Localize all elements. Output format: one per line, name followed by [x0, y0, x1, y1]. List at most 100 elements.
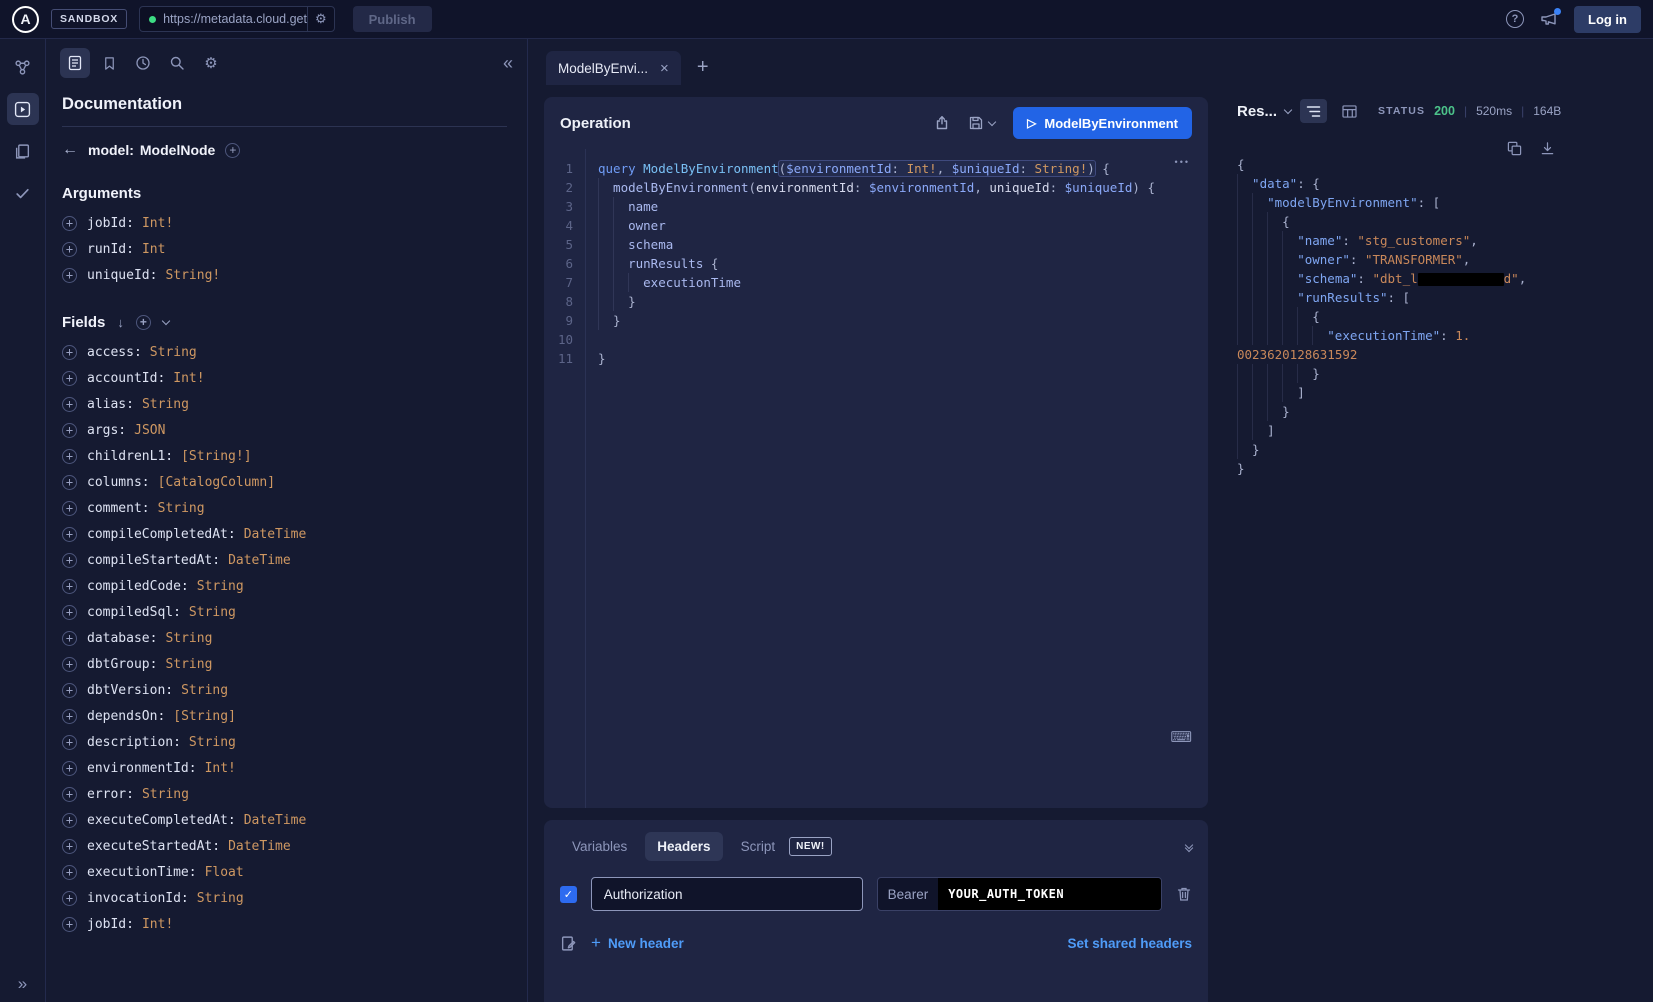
doc-field-row[interactable]: +environmentId:Int!: [62, 755, 507, 781]
field-type[interactable]: Int!: [205, 761, 236, 776]
doc-field-row[interactable]: +dbtGroup:String: [62, 651, 507, 677]
new-header-button[interactable]: + New header: [591, 933, 684, 953]
announcements-icon[interactable]: [1540, 11, 1558, 27]
settings-gear-icon[interactable]: ⚙: [196, 48, 226, 78]
sort-fields-icon[interactable]: ↓: [117, 315, 124, 330]
field-type[interactable]: String: [165, 631, 212, 646]
connection-settings-icon[interactable]: ⚙: [307, 7, 334, 31]
doc-field-row[interactable]: +childrenL1:[String!]: [62, 443, 507, 469]
doc-field-row[interactable]: +executeCompletedAt:DateTime: [62, 807, 507, 833]
login-button[interactable]: Log in: [1574, 6, 1641, 33]
field-type[interactable]: DateTime: [228, 839, 291, 854]
keyboard-shortcuts-icon[interactable]: ⌨: [1170, 728, 1192, 746]
doc-field-row[interactable]: +compiledCode:String: [62, 573, 507, 599]
environment-headers-icon[interactable]: [560, 935, 577, 952]
add-to-query-icon[interactable]: +: [62, 397, 77, 412]
search-icon[interactable]: [162, 48, 192, 78]
doc-field-row[interactable]: +executeStartedAt:DateTime: [62, 833, 507, 859]
doc-field-row[interactable]: +database:String: [62, 625, 507, 651]
field-type[interactable]: String: [158, 501, 205, 516]
close-tab-icon[interactable]: ×: [660, 60, 669, 77]
add-to-query-icon[interactable]: +: [62, 709, 77, 724]
tree-view-icon[interactable]: [1300, 99, 1327, 123]
field-type[interactable]: String: [165, 657, 212, 672]
field-type[interactable]: DateTime: [228, 553, 291, 568]
code-area[interactable]: query ModelByEnvironment($environmentId:…: [586, 149, 1208, 808]
copy-response-icon[interactable]: [1507, 141, 1522, 156]
field-type[interactable]: Int!: [142, 917, 173, 932]
download-response-icon[interactable]: [1540, 141, 1555, 156]
doc-field-row[interactable]: +compiledSql:String: [62, 599, 507, 625]
field-type[interactable]: String: [142, 787, 189, 802]
expand-rail-icon[interactable]: »: [18, 974, 27, 994]
add-to-query-icon[interactable]: +: [62, 657, 77, 672]
field-type[interactable]: DateTime: [244, 813, 307, 828]
back-arrow-icon[interactable]: ←: [62, 141, 78, 159]
explorer-icon[interactable]: [7, 93, 39, 125]
add-to-query-icon[interactable]: +: [62, 527, 77, 542]
field-type[interactable]: [CatalogColumn]: [158, 475, 275, 490]
add-to-query-icon[interactable]: +: [62, 787, 77, 802]
doc-field-row[interactable]: +jobId:Int!: [62, 210, 507, 236]
publish-button[interactable]: Publish: [353, 6, 432, 32]
add-to-query-icon[interactable]: +: [62, 345, 77, 360]
share-operation-icon[interactable]: [934, 115, 950, 131]
field-type[interactable]: String: [189, 605, 236, 620]
field-type[interactable]: String: [197, 579, 244, 594]
add-to-query-icon[interactable]: +: [62, 735, 77, 750]
add-to-query-icon[interactable]: +: [62, 216, 77, 231]
breadcrumb-type[interactable]: ModelNode: [140, 142, 215, 158]
saved-operations-icon[interactable]: [94, 48, 124, 78]
add-to-query-icon[interactable]: +: [62, 683, 77, 698]
run-operation-button[interactable]: ▷ ModelByEnvironment: [1013, 107, 1192, 139]
checklist-icon[interactable]: [7, 177, 39, 209]
header-enabled-checkbox[interactable]: ✓: [560, 886, 577, 903]
doc-field-row[interactable]: +uniqueId:String!: [62, 262, 507, 288]
add-to-query-icon[interactable]: +: [62, 631, 77, 646]
add-to-query-icon[interactable]: +: [62, 917, 77, 932]
graph-url-input[interactable]: https://metadata.cloud.get ⚙: [139, 6, 335, 32]
editor-more-menu-icon[interactable]: •••: [1175, 157, 1190, 167]
doc-field-row[interactable]: +description:String: [62, 729, 507, 755]
add-to-query-icon[interactable]: +: [62, 813, 77, 828]
add-to-query-icon[interactable]: +: [62, 865, 77, 880]
doc-field-row[interactable]: +jobId:Int!: [62, 911, 507, 937]
tab-variables[interactable]: Variables: [560, 832, 639, 861]
save-dropdown-chevron-icon[interactable]: [988, 118, 996, 126]
auth-token-value[interactable]: YOUR_AUTH_TOKEN: [938, 878, 1161, 910]
add-to-query-icon[interactable]: +: [62, 839, 77, 854]
table-view-icon[interactable]: [1336, 99, 1363, 123]
doc-field-row[interactable]: +args:JSON: [62, 417, 507, 443]
collapse-panel-icon[interactable]: «: [503, 53, 513, 74]
doc-field-row[interactable]: +accountId:Int!: [62, 365, 507, 391]
response-json[interactable]: {"data": {"modelByEnvironment": [{"name"…: [1237, 155, 1569, 478]
field-type[interactable]: [String]: [173, 709, 236, 724]
field-type[interactable]: DateTime: [244, 527, 307, 542]
help-icon[interactable]: ?: [1506, 10, 1524, 28]
doc-field-row[interactable]: +columns:[CatalogColumn]: [62, 469, 507, 495]
field-type[interactable]: Int: [142, 242, 165, 257]
doc-field-row[interactable]: +alias:String: [62, 391, 507, 417]
fields-chevron-icon[interactable]: [162, 317, 170, 325]
add-to-query-icon[interactable]: +: [62, 268, 77, 283]
delete-header-icon[interactable]: [1176, 886, 1192, 902]
doc-field-row[interactable]: +compileCompletedAt:DateTime: [62, 521, 507, 547]
collapse-bottom-panel-icon[interactable]: [1186, 842, 1192, 851]
add-to-query-icon[interactable]: +: [62, 423, 77, 438]
field-type[interactable]: String: [197, 891, 244, 906]
tab-headers[interactable]: Headers: [645, 832, 722, 861]
add-to-query-icon[interactable]: +: [62, 242, 77, 257]
save-operation-icon[interactable]: [968, 115, 995, 131]
field-type[interactable]: String: [181, 683, 228, 698]
history-icon[interactable]: [128, 48, 158, 78]
add-to-query-icon[interactable]: +: [62, 891, 77, 906]
add-to-query-icon[interactable]: +: [62, 475, 77, 490]
add-type-icon[interactable]: +: [225, 143, 240, 158]
add-all-fields-icon[interactable]: +: [136, 315, 151, 330]
documentation-tab-icon[interactable]: [60, 48, 90, 78]
header-value-input[interactable]: Bearer YOUR_AUTH_TOKEN: [877, 877, 1162, 911]
graphql-editor[interactable]: 1234567891011 query ModelByEnvironment($…: [544, 149, 1208, 808]
add-to-query-icon[interactable]: +: [62, 449, 77, 464]
add-to-query-icon[interactable]: +: [62, 761, 77, 776]
add-to-query-icon[interactable]: +: [62, 579, 77, 594]
